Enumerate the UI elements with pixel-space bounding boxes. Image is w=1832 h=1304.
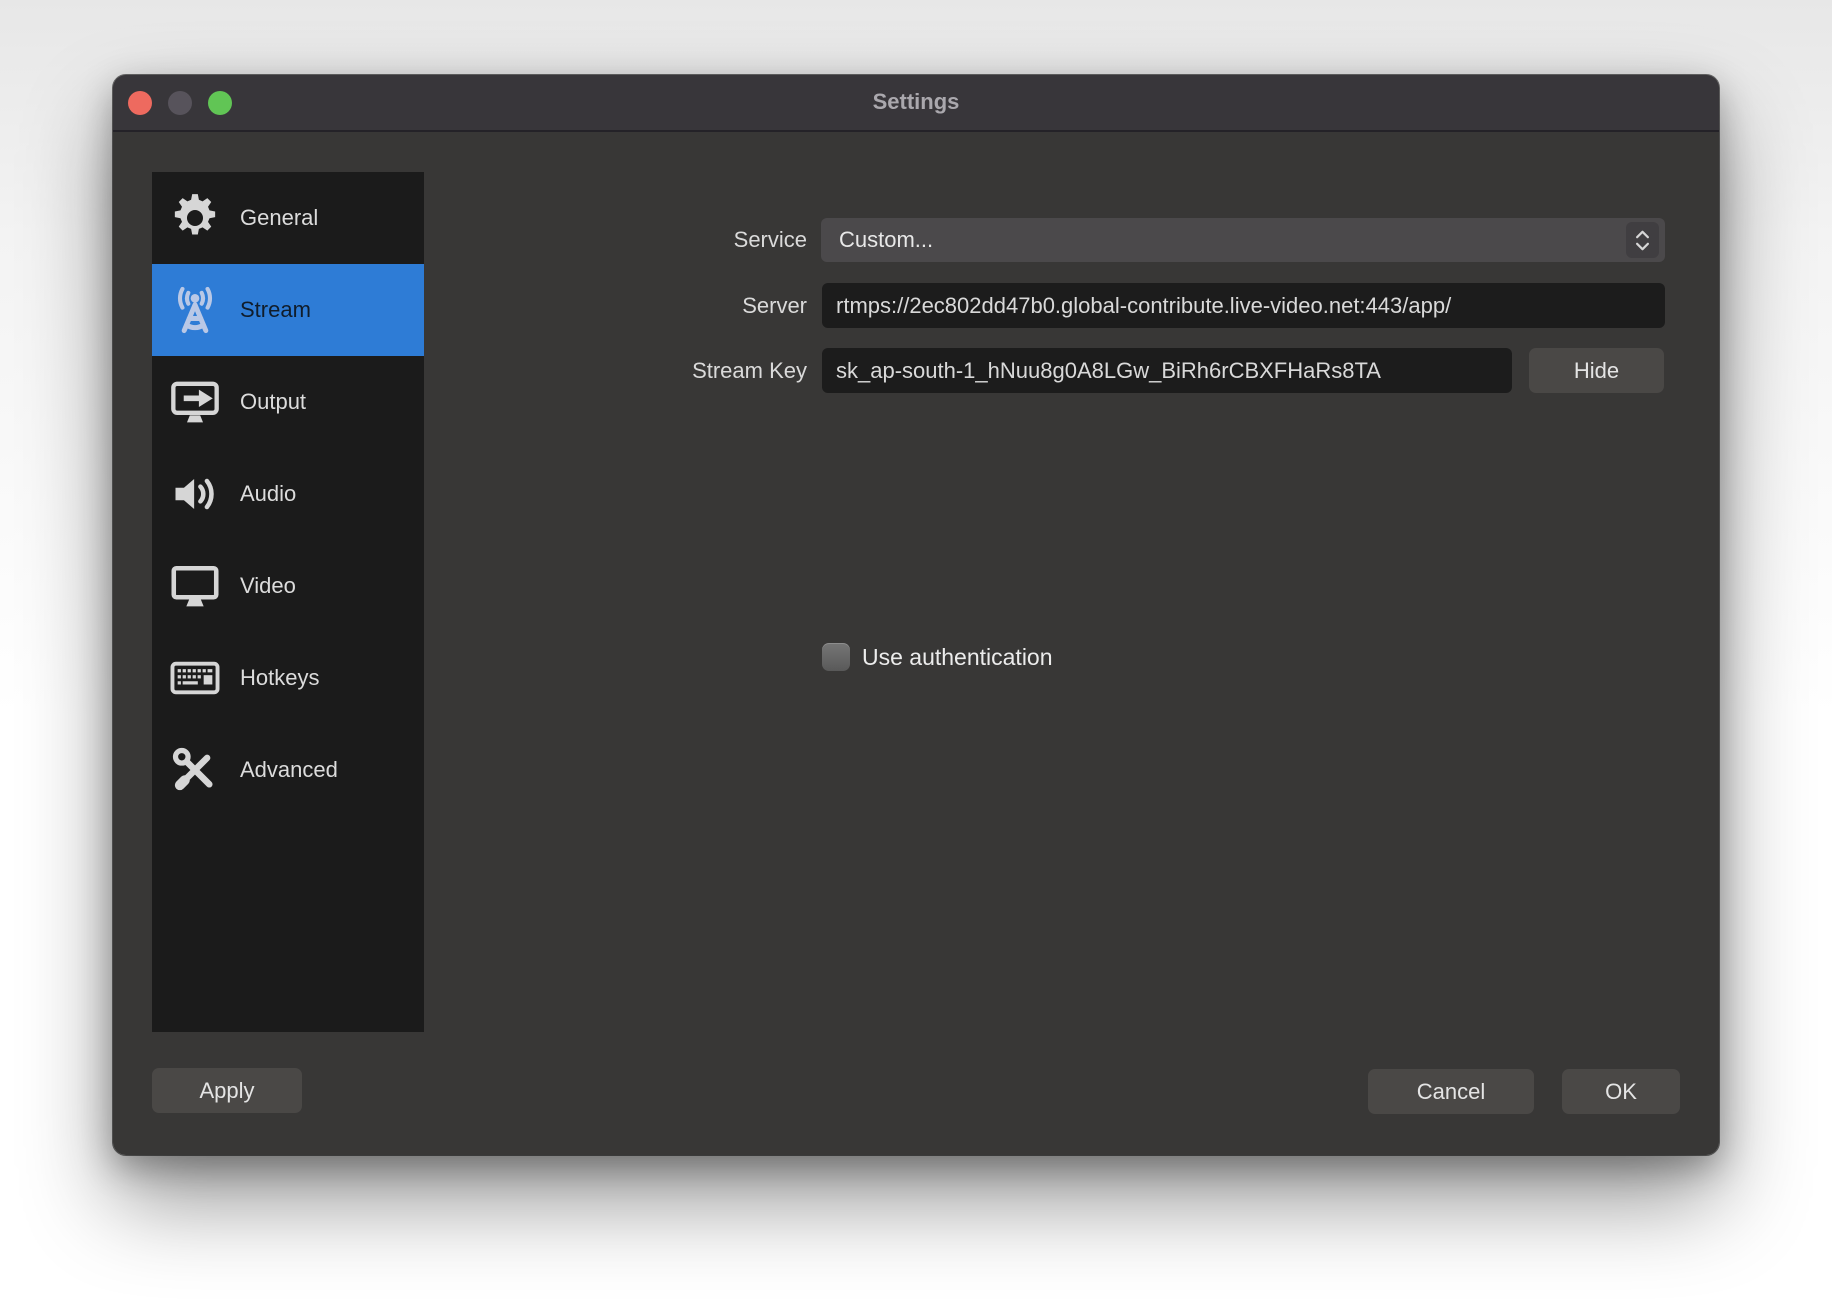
title-bar: Settings (113, 75, 1719, 132)
sidebar-item-label: Video (240, 573, 296, 599)
cancel-button[interactable]: Cancel (1368, 1069, 1534, 1114)
service-select[interactable]: Custom... (821, 218, 1665, 262)
sidebar-item-advanced[interactable]: Advanced (152, 724, 424, 816)
stream-key-label: Stream Key (527, 348, 807, 393)
settings-window: Settings General Stream (113, 75, 1719, 1155)
service-label: Service (527, 218, 807, 262)
hide-button[interactable]: Hide (1529, 348, 1664, 393)
broadcast-icon (168, 283, 222, 337)
stream-key-input[interactable] (822, 348, 1512, 393)
sidebar-item-stream[interactable]: Stream (152, 264, 424, 356)
display-icon (168, 559, 222, 613)
sidebar-item-label: Advanced (240, 757, 338, 783)
sidebar-item-video[interactable]: Video (152, 540, 424, 632)
server-input[interactable] (822, 283, 1665, 328)
server-label: Server (527, 283, 807, 328)
sidebar-item-label: Stream (240, 297, 311, 323)
sidebar-item-label: General (240, 205, 318, 231)
use-authentication-checkbox[interactable] (822, 643, 850, 671)
ok-button[interactable]: OK (1562, 1069, 1680, 1114)
window-title: Settings (113, 75, 1719, 128)
settings-sidebar: General Stream Output (152, 172, 424, 1032)
gear-icon (168, 191, 222, 245)
sidebar-item-label: Audio (240, 481, 296, 507)
sidebar-item-label: Output (240, 389, 306, 415)
sidebar-item-output[interactable]: Output (152, 356, 424, 448)
sidebar-item-audio[interactable]: Audio (152, 448, 424, 540)
keyboard-icon (168, 651, 222, 705)
speaker-icon (168, 467, 222, 521)
service-selected-value: Custom... (839, 227, 933, 252)
use-authentication-label: Use authentication (862, 643, 1053, 671)
apply-button[interactable]: Apply (152, 1068, 302, 1113)
sidebar-item-label: Hotkeys (240, 665, 319, 691)
select-stepper-icon (1626, 222, 1659, 258)
sidebar-item-general[interactable]: General (152, 172, 424, 264)
monitor-arrow-icon (168, 375, 222, 429)
tools-icon (168, 743, 222, 797)
sidebar-item-hotkeys[interactable]: Hotkeys (152, 632, 424, 724)
